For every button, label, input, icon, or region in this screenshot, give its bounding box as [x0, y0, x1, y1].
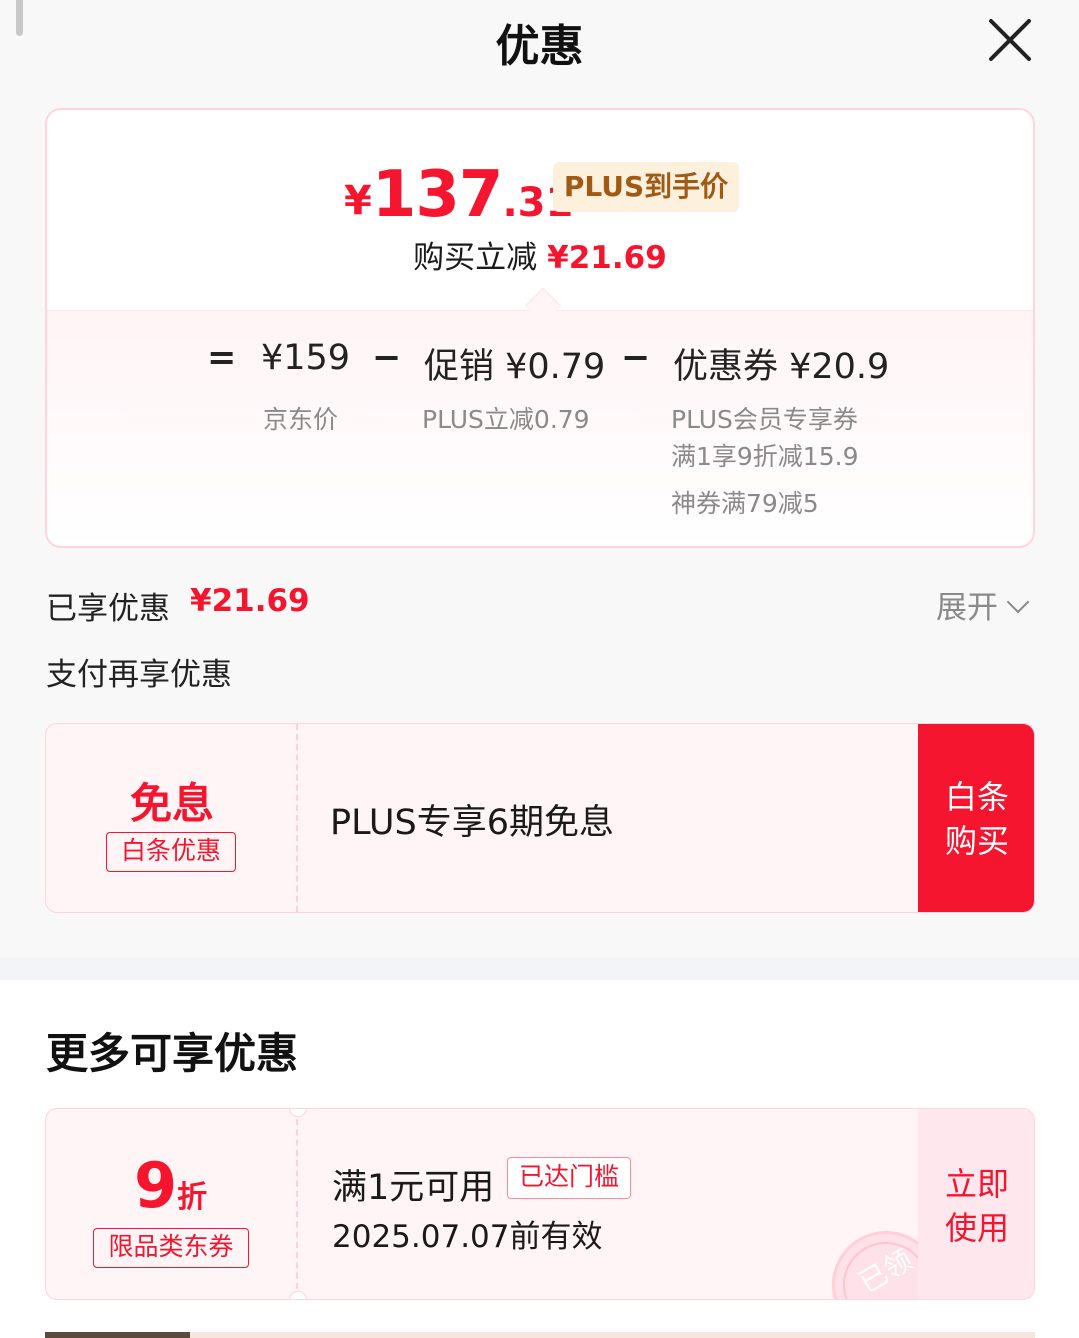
page-title: 优惠	[495, 21, 584, 72]
baitiao-promo-card: 免息 白条优惠 PLUS专享6期免息 白条 购买	[45, 723, 1035, 913]
threshold-badge: 已达门槛	[507, 1157, 631, 1199]
next-card-peek	[45, 1332, 1035, 1338]
baitiao-buy-button[interactable]: 白条 购买	[918, 724, 1034, 912]
coupon-discount-number: 9	[134, 1149, 178, 1222]
coupon-label-3: 神券满79减5	[671, 489, 819, 518]
section-divider	[0, 958, 1079, 980]
chevron-down-icon	[1006, 590, 1030, 614]
coupon-type-tag: 限品类东券	[93, 1228, 249, 1268]
final-price-currency: ¥	[344, 178, 372, 224]
use-now-button[interactable]: 立即 使用	[918, 1109, 1034, 1299]
coupon-notch-bottom	[289, 1291, 307, 1299]
promo-headline: 免息	[129, 779, 214, 828]
coupon-validity: 2025.07.07前有效	[332, 1219, 603, 1255]
pay-section-title: 支付再享优惠	[46, 657, 232, 693]
buy-button-line2: 购买	[944, 822, 1009, 860]
promo-description: PLUS专享6期免息	[330, 803, 614, 843]
coupon-discount-unit: 折	[177, 1180, 208, 1215]
instant-discount-row: 购买立减 ¥21.69	[47, 232, 1033, 277]
minus-sign-1: −	[372, 338, 402, 378]
jd-price-label: 京东价	[263, 405, 339, 434]
next-card-image-peek	[45, 1332, 190, 1338]
close-icon	[989, 19, 1031, 61]
coupon-amount: 优惠券 ¥20.9	[673, 347, 890, 387]
equals-sign: =	[207, 338, 237, 378]
coupon-discount: 9折	[134, 1149, 214, 1222]
jd-price: ¥159	[261, 338, 351, 378]
expand-label: 展开	[936, 590, 998, 626]
coupon-label-2: 满1享9折减15.9	[671, 442, 859, 471]
use-now-line2: 使用	[944, 1209, 1009, 1247]
coupon-label-1: PLUS会员专享券	[671, 405, 858, 434]
enjoyed-amount: ¥21.69	[190, 583, 310, 619]
expand-button[interactable]: 展开	[936, 582, 1030, 626]
plus-price-tag: PLUS到手价	[553, 162, 739, 212]
close-button[interactable]	[984, 14, 1036, 66]
promo-amount: 促销 ¥0.79	[424, 347, 606, 387]
use-now-line1: 立即	[944, 1165, 1009, 1203]
coupon-card[interactable]: 9折 限品类东券 满1元可用 已达门槛 2025.07.07前有效 已领 立即 …	[45, 1108, 1035, 1300]
enjoyed-label: 已享优惠	[46, 591, 170, 627]
instant-discount-amount: ¥21.69	[547, 240, 667, 276]
instant-discount-label: 购买立减	[413, 240, 538, 276]
minus-sign-2: −	[621, 338, 651, 378]
final-price: ¥137.31	[344, 158, 573, 232]
promo-label: PLUS立减0.79	[422, 405, 590, 434]
coupon-condition: 满1元可用	[332, 1168, 495, 1208]
price-summary-card: ¥137.31 PLUS到手价 购买立减 ¥21.69 = ¥159 京东价 − …	[45, 108, 1035, 548]
final-price-integer: 137	[371, 158, 504, 232]
buy-button-line1: 白条	[944, 778, 1009, 816]
promo-tag: 白条优惠	[106, 832, 236, 872]
more-section-title: 更多可享优惠	[46, 1029, 299, 1078]
